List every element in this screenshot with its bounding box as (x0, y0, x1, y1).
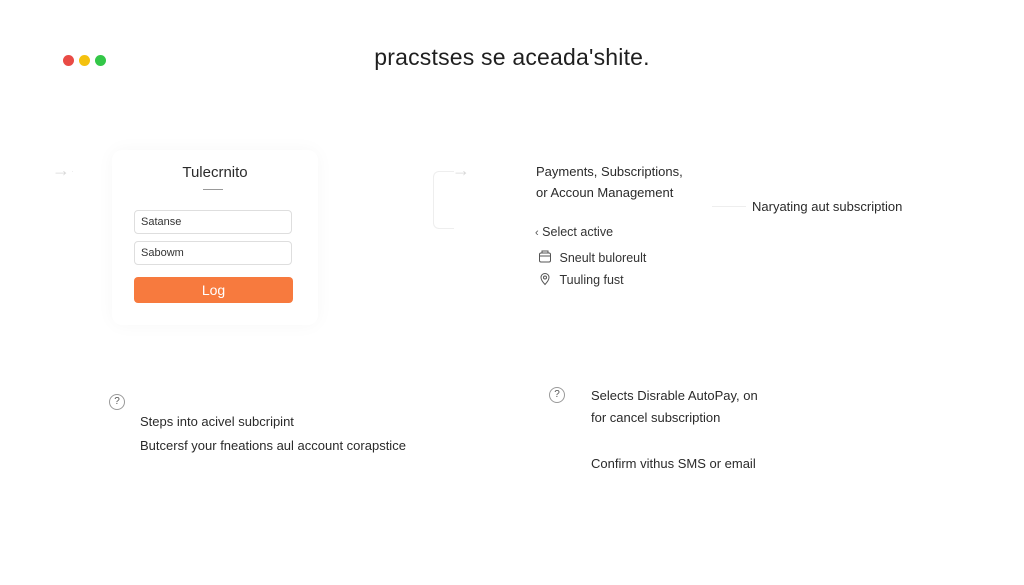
menu-heading-line2: or Accoun Management (536, 185, 674, 200)
side-note: Naryating aut subscription (752, 199, 903, 214)
title-underline (203, 189, 223, 190)
username-field[interactable]: Satanse (134, 210, 292, 234)
help-right-line3: Confirm vithus SMS or email (591, 456, 756, 471)
page-title: pracstses se aceada'shite. (374, 44, 650, 70)
select-active-link[interactable]: ‹ Select active (535, 225, 613, 239)
password-field[interactable]: Sabowm (134, 241, 292, 265)
connector-line (72, 171, 73, 172)
arrow-right-icon: → (52, 160, 70, 180)
location-pin-icon (538, 272, 552, 286)
help-right-line1: Selects Disrable AutoPay, on (591, 388, 758, 403)
menu-item-1[interactable]: Sneult buloreult (538, 250, 646, 265)
connector-line (712, 206, 746, 207)
menu-item-2-label: Tuuling fust (559, 273, 624, 287)
menu-item-1-label: Sneult buloreult (559, 251, 647, 265)
menu-item-2[interactable]: Tuuling fust (538, 272, 624, 287)
arrow-right-icon: → (452, 160, 470, 180)
card-icon (538, 250, 552, 264)
help-left-line2: Butcersf your fneations aul account cora… (140, 438, 406, 453)
connector-line (433, 171, 454, 229)
login-title: Tulecrnito (182, 164, 248, 181)
help-right-line2: for cancel subscription (591, 410, 721, 425)
log-button[interactable]: Log (134, 277, 293, 303)
select-active-label: Select active (542, 225, 614, 239)
chevron-left-icon: ‹ (535, 227, 539, 239)
help-icon[interactable]: ? (549, 387, 565, 403)
help-icon[interactable]: ? (109, 394, 125, 410)
help-left-line1: Steps into acivel subcripint (140, 414, 294, 429)
menu-heading-line1: Payments, Subscriptions, (536, 164, 683, 179)
